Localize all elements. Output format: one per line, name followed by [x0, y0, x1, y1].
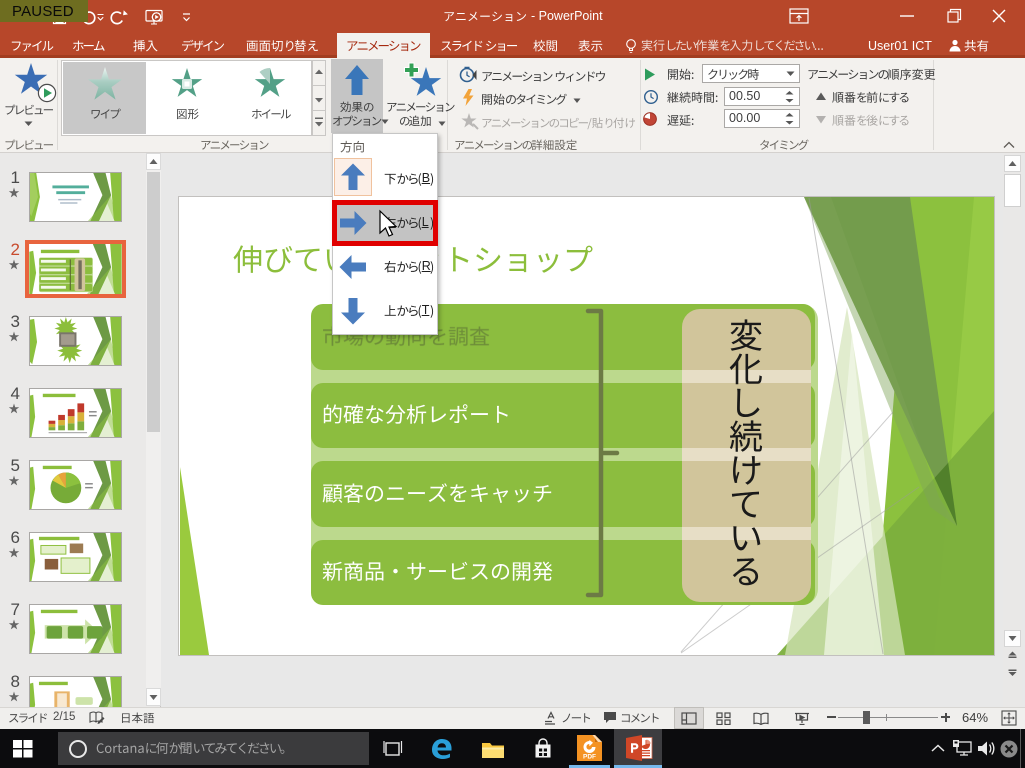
svg-text:PDF: PDF	[583, 754, 596, 761]
